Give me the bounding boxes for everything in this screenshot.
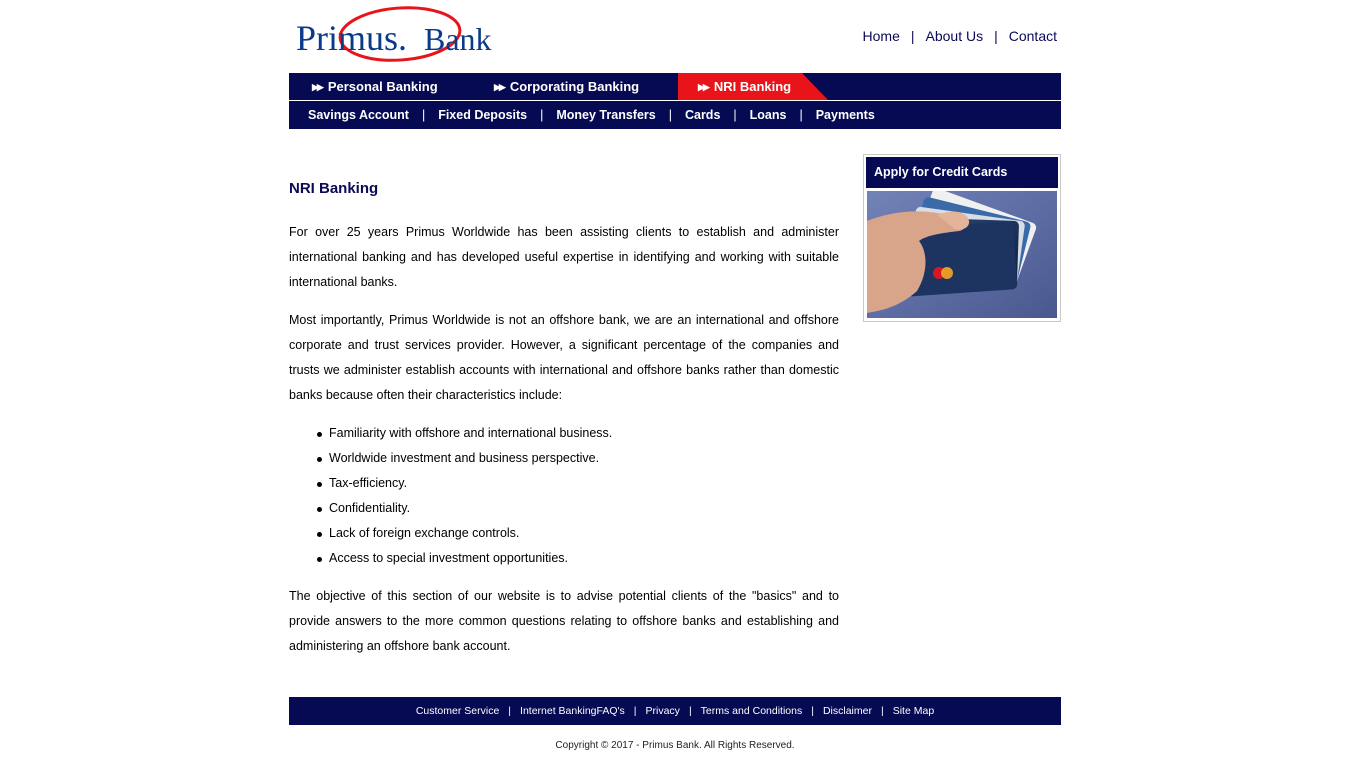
list-item: Worldwide investment and business perspe… [316, 446, 612, 471]
page-container: Primus. Bank Home | About Us | Contact ▶▶ Per… [289, 0, 1061, 765]
subnav-payments[interactable]: Payments [816, 108, 875, 122]
footer-terms-and-conditions[interactable]: Terms and Conditions [701, 705, 803, 717]
main-content: NRI Banking For over 25 years Primus Wor… [289, 180, 839, 653]
page-title: NRI Banking [289, 180, 379, 197]
contact-link[interactable]: Contact [1009, 28, 1057, 44]
characteristics-list: Familiarity with offshore and internatio… [289, 421, 612, 571]
top-links: Home | About Us | Contact [862, 28, 1057, 44]
footer-links: Customer Service | Internet BankingFAQ's | P… [289, 697, 1061, 725]
subnav-loans[interactable]: Loans [750, 108, 787, 122]
credit-cards-image[interactable] [867, 191, 1057, 318]
subnav-cards[interactable]: Cards [685, 108, 720, 122]
about-us-link[interactable]: About Us [926, 28, 984, 44]
main-tabs: ▶▶ Personal Banking ▶▶ Corporating Banking… [289, 73, 1061, 100]
copyright-text: Copyright © 2017 - Primus Bank. All Righ… [555, 740, 795, 751]
footer-disclaimer[interactable]: Disclaimer [823, 705, 872, 717]
list-item: Access to special investment opportuniti… [316, 546, 612, 571]
primus-bank-logo[interactable]: Primus. Bank [296, 4, 506, 68]
list-item: Lack of foreign exchange controls. [316, 521, 612, 546]
subnav-money-transfers[interactable]: Money Transfers [556, 108, 655, 122]
footer-internet-banking-faqs[interactable]: Internet BankingFAQ's [520, 705, 625, 717]
offshore-paragraph: Most importantly, Primus Worldwide is no… [289, 313, 839, 402]
footer-customer-service[interactable]: Customer Service [416, 705, 499, 717]
tab-personal-banking[interactable]: ▶▶ Personal Banking [312, 73, 438, 100]
double-arrow-icon: ▶▶ [698, 82, 710, 92]
list-item: Tax-efficiency. [316, 471, 612, 496]
credit-card-promo: Apply for Credit Cards [863, 154, 1061, 322]
objective-paragraph: The objective of this section of our web… [289, 589, 839, 653]
logo-primus-text: Primus. [296, 18, 407, 58]
footer-privacy[interactable]: Privacy [646, 705, 680, 717]
logo-bank-text: Bank [424, 21, 492, 57]
home-link[interactable]: Home [863, 28, 900, 44]
tab-nri-banking[interactable]: ▶▶ NRI Banking [698, 73, 791, 100]
footer-site-map[interactable]: Site Map [893, 705, 934, 717]
subnav-savings-account[interactable]: Savings Account [308, 108, 409, 122]
list-item: Familiarity with offshore and internatio… [316, 421, 612, 446]
double-arrow-icon: ▶▶ [312, 82, 324, 92]
sub-navigation: Savings Account | Fixed Deposits | Money Tra… [289, 101, 1061, 129]
apply-credit-cards-link[interactable]: Apply for Credit Cards [866, 157, 1058, 188]
double-arrow-icon: ▶▶ [494, 82, 506, 92]
tab-corporating-banking[interactable]: ▶▶ Corporating Banking [494, 73, 639, 100]
subnav-fixed-deposits[interactable]: Fixed Deposits [438, 108, 527, 122]
list-item: Confidentiality. [316, 496, 612, 521]
intro-paragraph: For over 25 years Primus Worldwide has b… [289, 225, 839, 289]
